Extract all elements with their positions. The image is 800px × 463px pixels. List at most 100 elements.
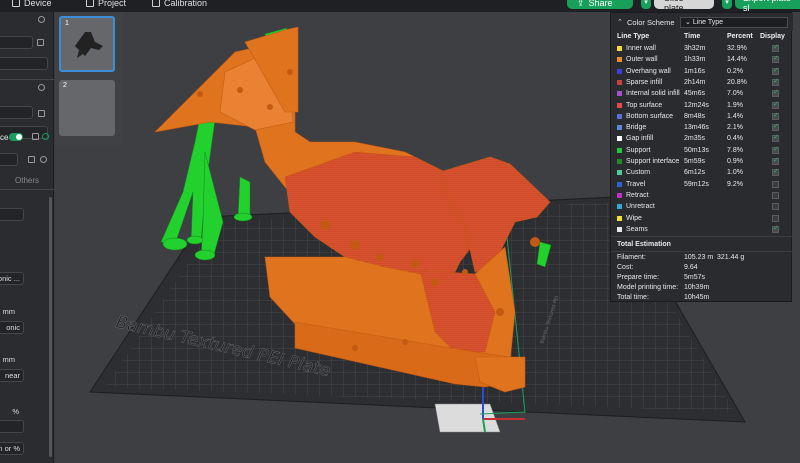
pattern-select[interactable]: near [0,369,24,382]
display-checkbox[interactable] [772,122,779,132]
line-type-percent: 7.8% [727,146,743,154]
display-checkbox[interactable] [772,214,779,222]
edit-icon[interactable] [37,39,44,46]
export-dropdown-button[interactable]: ▾ [722,0,732,9]
tab-calibration[interactable]: Calibration [152,0,207,8]
col-line-type: Line Type [617,33,650,40]
color-swatch [617,102,622,108]
unit-pct: % [0,405,22,418]
display-checkbox[interactable] [772,66,779,75]
display-checkbox[interactable] [772,77,779,86]
bambu-studio-window: { "topbar": { "device": "Device", "proje… [0,0,800,463]
collapse-caret-icon[interactable]: ⌃ [617,18,623,26]
legend-header[interactable]: ⌃ Color Scheme ⌄ Line Type [611,13,793,31]
legend-row: Gap infill 2m35s 0.4% [611,133,793,145]
support-toggle[interactable] [9,133,23,141]
color-swatch [617,46,622,51]
line-type-name: Unretract [626,203,655,211]
display-checkbox[interactable] [772,54,779,64]
settings-gear-icon[interactable] [38,84,45,91]
filament-weight: 321.44 g [717,254,745,261]
plate-num-2: 2 [63,82,67,89]
prepare-time-value: 5m57s [684,274,706,281]
legend-row: Custom 6m12s 1.0% [611,167,793,179]
legend-row: Wipe [611,214,793,225]
line-type-percent: 1.0% [727,169,743,177]
legend-row: Support interface 5m59s 0.9% [611,156,793,168]
share-label: Share [588,0,613,8]
color-swatch [617,181,622,187]
search-icon[interactable] [40,156,47,163]
plate-type-select[interactable] [0,57,48,70]
save-icon[interactable] [28,156,35,163]
compare-icon[interactable] [32,133,39,140]
col-percent: Percent [727,33,753,40]
plate-thumb-2[interactable]: 2 [59,80,115,136]
display-checkbox[interactable] [772,203,779,211]
seam-value: onic [6,323,20,332]
sidebar-scrollbar[interactable] [49,197,52,457]
param-field-2[interactable] [0,420,24,433]
display-checkbox[interactable] [772,156,779,165]
wall-generator-select[interactable]: onic ... [0,272,24,285]
legend-row: Bridge 13m46s 2.1% [611,122,793,134]
unit-mm-1: mm [0,305,18,318]
tab-project[interactable]: Project [86,0,126,8]
display-checkbox[interactable] [772,180,779,188]
line-type-name: Travel [626,180,646,188]
display-checkbox[interactable] [772,224,779,233]
line-type-name: Sparse infill [626,78,663,86]
tab-others[interactable]: Others [15,176,39,185]
share-icon: ⇪ [577,0,585,8]
display-checkbox[interactable] [772,191,779,199]
display-checkbox[interactable] [772,88,779,98]
color-swatch [617,113,622,119]
slice-plate-button[interactable]: Slice plate [654,0,714,13]
unit-mm-pct-label: m or % [0,444,20,453]
color-scheme-value: Line Type [692,19,724,26]
preset-field[interactable] [0,153,18,166]
tab-project-label: Project [98,0,127,8]
color-swatch [617,170,622,176]
legend-row: Outer wall 1h33m 14.4% [611,54,793,66]
gear-icon[interactable] [38,16,45,23]
plate-thumb-1[interactable]: 1 [59,16,115,72]
line-type-time: 59m12s [684,180,709,188]
color-swatch [617,136,622,142]
printer-select[interactable] [0,36,33,49]
legend-row: Seams [611,224,793,236]
param-field-1[interactable] [0,208,24,221]
line-type-name: Overhang wall [626,67,671,75]
color-scheme-select[interactable]: ⌄ Line Type [680,17,788,28]
legend-row: Internal solid infill 45m6s 7.0% [611,88,793,100]
line-type-percent: 1.4% [727,112,743,120]
seam-select[interactable]: onic [0,321,24,334]
cost-label: Cost: [617,264,634,271]
network-icon[interactable] [42,133,49,140]
slice-dropdown-button[interactable]: ▾ [641,0,651,9]
chevron-down-icon: ⌄ [685,19,693,26]
total-time-label: Total time: [617,294,649,301]
line-type-percent: 2.1% [727,124,743,132]
param-field-3[interactable]: m or % [0,442,24,455]
model-time-value: 10h39m [684,284,710,291]
display-checkbox[interactable] [772,167,779,177]
filament-edit-icon[interactable] [38,110,45,117]
display-checkbox[interactable] [772,100,779,109]
color-swatch [617,215,622,221]
filament-select[interactable] [0,106,33,119]
support-toggle-label: ce [0,133,9,142]
line-type-name: Gap infill [626,135,654,143]
display-checkbox[interactable] [772,133,779,143]
line-type-time: 8m48s [684,112,706,120]
display-checkbox[interactable] [772,111,779,120]
line-type-percent: 32.9% [727,45,747,52]
share-button[interactable]: ⇪ Share [567,0,633,9]
pattern-value: near [4,371,20,380]
tab-device[interactable]: Device [12,0,52,8]
export-plate-button[interactable]: Export plate sl [735,0,800,13]
display-checkbox[interactable] [772,43,779,52]
line-type-time: 50m13s [684,146,709,154]
color-swatch [617,91,622,97]
display-checkbox[interactable] [772,145,779,154]
